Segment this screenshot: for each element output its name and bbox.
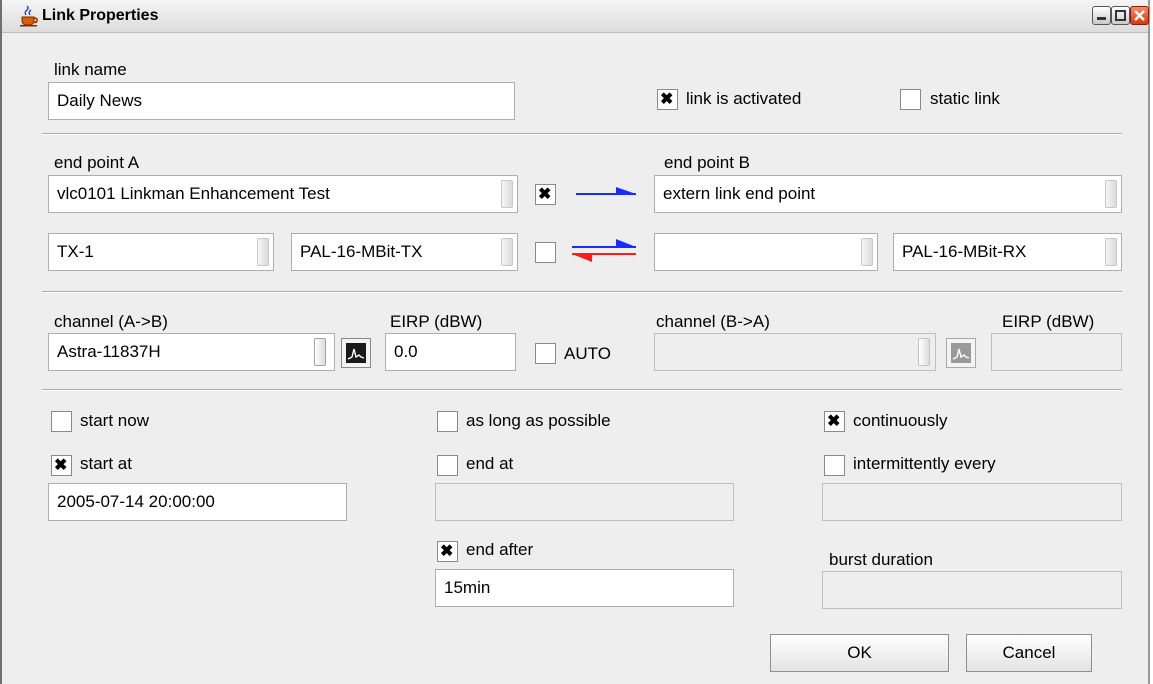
end-point-b-profile-value: PAL-16-MBit-RX bbox=[902, 242, 1027, 261]
java-cup-icon bbox=[20, 5, 38, 27]
end-at-field[interactable] bbox=[435, 483, 734, 521]
minimize-icon[interactable] bbox=[1092, 6, 1111, 25]
channel-ab-spectrum-button[interactable] bbox=[341, 338, 371, 368]
auto-label: AUTO bbox=[564, 344, 611, 363]
dropdown-handle-icon bbox=[1105, 238, 1117, 266]
one-way-direction-checkbox[interactable] bbox=[535, 184, 556, 205]
link-activated-label: link is activated bbox=[686, 89, 802, 108]
continuously-label: continuously bbox=[853, 411, 948, 430]
end-after-checkbox[interactable] bbox=[437, 541, 458, 562]
separator bbox=[42, 133, 1122, 135]
two-way-arrow-icon bbox=[572, 239, 636, 262]
end-point-b-select[interactable]: extern link end point bbox=[654, 175, 1122, 213]
start-at-label: start at bbox=[80, 454, 132, 473]
intermittently-checkbox[interactable] bbox=[824, 455, 845, 476]
end-point-a-profile-select[interactable]: PAL-16-MBit-TX bbox=[291, 233, 518, 271]
end-after-field[interactable]: 15min bbox=[435, 569, 734, 607]
end-point-a-label: end point A bbox=[54, 153, 140, 172]
link-properties-window: Link Properties link name Daily News lin… bbox=[0, 0, 1150, 684]
static-link-label: static link bbox=[930, 89, 1000, 108]
ok-button[interactable]: OK bbox=[770, 634, 949, 672]
auto-checkbox[interactable] bbox=[535, 343, 556, 364]
link-name-field[interactable]: Daily News bbox=[48, 82, 515, 120]
end-point-a-port-select[interactable]: TX-1 bbox=[48, 233, 274, 271]
start-now-checkbox[interactable] bbox=[51, 411, 72, 432]
eirp-a-label: EIRP (dBW) bbox=[390, 312, 483, 331]
burst-duration-label: burst duration bbox=[829, 550, 933, 569]
eirp-b-field[interactable] bbox=[991, 333, 1122, 371]
end-at-checkbox[interactable] bbox=[437, 455, 458, 476]
end-after-label: end after bbox=[466, 540, 534, 559]
channel-ab-select[interactable]: Astra-11837H bbox=[48, 333, 335, 371]
burst-duration-field[interactable] bbox=[822, 571, 1122, 609]
end-point-a-value: vlc0101 Linkman Enhancement Test bbox=[57, 184, 330, 203]
eirp-b-label: EIRP (dBW) bbox=[1002, 312, 1095, 331]
as-long-as-possible-checkbox[interactable] bbox=[437, 411, 458, 432]
separator bbox=[42, 291, 1122, 293]
two-way-direction-checkbox[interactable] bbox=[535, 242, 556, 263]
dropdown-handle-icon bbox=[501, 238, 513, 266]
end-point-a-select[interactable]: vlc0101 Linkman Enhancement Test bbox=[48, 175, 518, 213]
separator bbox=[42, 389, 1122, 391]
end-point-b-value: extern link end point bbox=[663, 184, 816, 203]
one-way-arrow-icon bbox=[576, 187, 636, 195]
end-at-label: end at bbox=[466, 454, 514, 473]
cancel-button[interactable]: Cancel bbox=[966, 634, 1092, 672]
end-point-a-port-value: TX-1 bbox=[57, 242, 94, 261]
dropdown-handle-icon bbox=[1105, 180, 1117, 208]
start-now-label: start now bbox=[80, 411, 149, 430]
eirp-a-field[interactable]: 0.0 bbox=[385, 333, 516, 371]
end-point-a-profile-value: PAL-16-MBit-TX bbox=[300, 242, 423, 261]
static-link-checkbox[interactable] bbox=[900, 89, 921, 110]
as-long-as-possible-label: as long as possible bbox=[466, 411, 611, 430]
continuously-checkbox[interactable] bbox=[824, 411, 845, 432]
dropdown-handle-icon bbox=[861, 238, 873, 266]
link-name-label: link name bbox=[54, 60, 127, 79]
channel-ba-select[interactable] bbox=[654, 333, 936, 371]
end-point-b-port-select[interactable] bbox=[654, 233, 878, 271]
dropdown-handle-icon[interactable] bbox=[918, 338, 930, 366]
start-at-checkbox[interactable] bbox=[51, 455, 72, 476]
channel-ba-label: channel (B->A) bbox=[656, 312, 770, 331]
title-bar[interactable]: Link Properties bbox=[2, 0, 1149, 33]
dropdown-handle-icon[interactable] bbox=[314, 338, 326, 366]
dropdown-handle-icon bbox=[257, 238, 269, 266]
channel-ab-value: Astra-11837H bbox=[57, 342, 161, 361]
intermittently-label: intermittently every bbox=[853, 454, 996, 473]
link-activated-checkbox[interactable] bbox=[657, 89, 678, 110]
channel-ba-spectrum-button[interactable] bbox=[946, 338, 976, 368]
dropdown-handle-icon bbox=[501, 180, 513, 208]
start-at-field[interactable]: 2005-07-14 20:00:00 bbox=[48, 483, 347, 521]
window-title: Link Properties bbox=[42, 7, 159, 24]
spectrum-graph-icon bbox=[951, 343, 971, 363]
close-icon[interactable] bbox=[1130, 6, 1149, 25]
intermittently-field[interactable] bbox=[822, 483, 1122, 521]
spectrum-graph-icon bbox=[346, 343, 366, 363]
maximize-icon[interactable] bbox=[1111, 6, 1130, 25]
end-point-b-profile-select[interactable]: PAL-16-MBit-RX bbox=[893, 233, 1122, 271]
end-point-b-label: end point B bbox=[664, 153, 751, 172]
channel-ab-label: channel (A->B) bbox=[54, 312, 168, 331]
